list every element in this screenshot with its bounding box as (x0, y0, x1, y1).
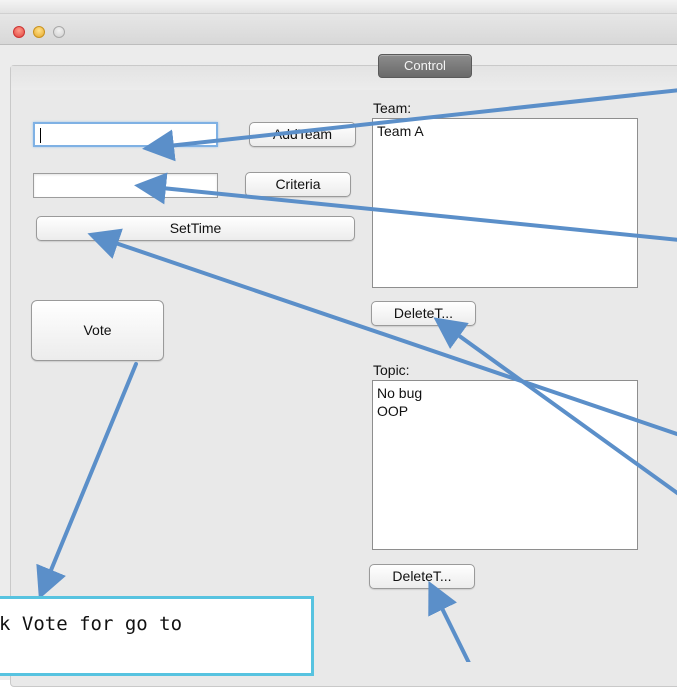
close-window-button[interactable] (13, 26, 25, 38)
criteria-input[interactable] (33, 173, 218, 198)
topic-list[interactable]: No bug OOP (372, 380, 638, 550)
add-team-button[interactable]: AddTeam (249, 122, 356, 147)
team-list-label: Team: (373, 100, 412, 116)
topic-list-item[interactable]: OOP (377, 402, 633, 420)
tab-control[interactable]: Control (378, 54, 472, 78)
annotation-callout: k Vote for go to (0, 596, 314, 676)
team-name-input[interactable] (33, 122, 218, 147)
team-list[interactable]: Team A (372, 118, 638, 288)
set-time-button[interactable]: SetTime (36, 216, 355, 241)
callout-text: k Vote for go to (0, 613, 183, 635)
top-strip (0, 0, 677, 14)
delete-team-button[interactable]: DeleteT... (371, 301, 476, 326)
text-caret (40, 128, 41, 143)
zoom-window-button[interactable] (53, 26, 65, 38)
topic-list-item[interactable]: No bug (377, 384, 633, 402)
delete-topic-button[interactable]: DeleteT... (369, 564, 475, 589)
title-bar (0, 0, 677, 45)
criteria-button[interactable]: Criteria (245, 172, 351, 197)
topic-list-label: Topic: (373, 362, 410, 378)
team-list-item[interactable]: Team A (377, 122, 633, 140)
app-window: Control AddTeam Criteria SetTime Vote Te… (0, 0, 677, 687)
minimize-window-button[interactable] (33, 26, 45, 38)
vote-button[interactable]: Vote (31, 300, 164, 361)
tab-panel-header (11, 66, 677, 90)
